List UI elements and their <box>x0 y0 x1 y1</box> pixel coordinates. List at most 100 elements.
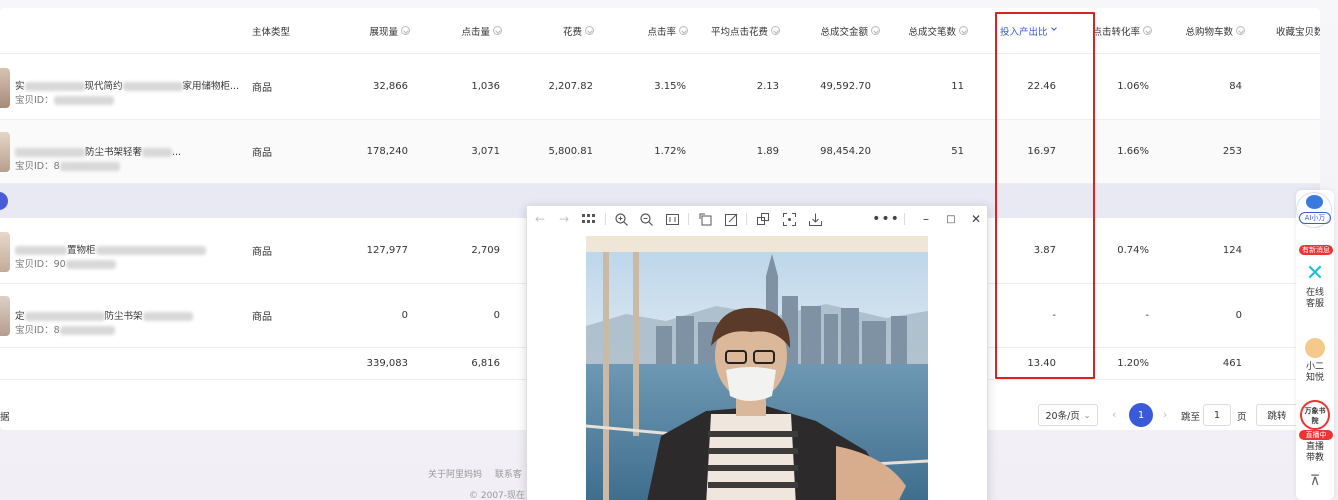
col-fav-header[interactable]: 收藏宝贝数 <box>1276 8 1320 53</box>
cost-cell: 5,800.81 <box>548 146 593 157</box>
cart-cell: 253 <box>1222 146 1242 157</box>
col-orders-header[interactable]: 总成交笔数 <box>890 8 968 53</box>
col-type-header: 主体类型 <box>252 26 291 38</box>
cpc-cell: 1.89 <box>756 146 779 157</box>
zoom-in-icon[interactable] <box>612 210 630 228</box>
col-ctr-header[interactable]: 点击率 <box>610 8 688 53</box>
cpc-cell: 2.13 <box>756 81 779 92</box>
sort-icon <box>959 26 968 35</box>
service-icon: ✕ <box>1305 261 1325 286</box>
product-name[interactable]: 置物柜 <box>15 242 206 256</box>
gmv-cell: 98,454.20 <box>820 146 871 157</box>
edit-icon[interactable] <box>722 210 740 228</box>
col-clicks-header[interactable]: 点击量 <box>430 8 502 53</box>
product-name[interactable]: 实现代简约 家用储物柜... <box>15 78 239 92</box>
cart-cell: 124 <box>1222 245 1242 256</box>
footer-link-contact[interactable]: 联系客 <box>495 470 522 480</box>
zoom-out-icon[interactable] <box>637 210 655 228</box>
sort-icon <box>401 26 410 35</box>
type-cell: 商品 <box>252 148 272 159</box>
current-page-button[interactable]: 1 <box>1129 403 1153 427</box>
jump-button[interactable]: 跳转 <box>1256 404 1298 426</box>
group-expand-toggle[interactable] <box>0 192 8 210</box>
close-icon[interactable]: ✕ <box>967 210 985 228</box>
clicks-cell: 3,071 <box>471 146 500 157</box>
impressions-cell: 0 <box>401 310 408 321</box>
wanxiang-logo-icon: 万象书院 <box>1300 400 1330 430</box>
sort-icon <box>871 26 880 35</box>
product-thumbnail <box>0 296 10 336</box>
scan-icon[interactable] <box>780 210 798 228</box>
right-floating-toolbar: 有新消息 ✕ 在线客服 小二知悦 万象书院 直播中 直播带教 ⊼ <box>1296 190 1334 500</box>
goto-page-input[interactable]: 1 <box>1203 404 1231 426</box>
product-id: 宝贝ID：90 <box>15 256 116 270</box>
product-id: 宝贝ID：8 <box>15 322 115 336</box>
ai-assistant-button[interactable]: AI小万 <box>1296 192 1332 228</box>
rotate-icon[interactable] <box>696 210 714 228</box>
product-name[interactable]: 定防尘书架 <box>15 308 193 322</box>
new-message-badge: 有新消息 <box>1299 245 1333 255</box>
chevron-down-icon: ⌄ <box>1083 410 1091 420</box>
clicks-cell: 1,036 <box>471 81 500 92</box>
col-gmv-header[interactable]: 总成交金额 <box>800 8 880 53</box>
table-row: 防尘书架轻奢... 宝贝ID：8 商品 178,240 3,071 5,800.… <box>0 120 1320 184</box>
live-teaching-button[interactable]: 直播带教 <box>1296 442 1334 464</box>
download-icon[interactable] <box>806 210 824 228</box>
online-service-button[interactable]: ✕ 在线客服 <box>1296 260 1334 310</box>
sort-icon <box>493 26 502 35</box>
cart-cell: 0 <box>1235 310 1242 321</box>
impressions-cell: 127,977 <box>366 245 408 256</box>
page-size-select[interactable]: 20条/页 ⌄ <box>1038 404 1098 426</box>
xiaoer-button[interactable]: 小二知悦 <box>1296 338 1334 384</box>
fit-icon[interactable] <box>663 210 681 228</box>
col-cart-header[interactable]: 总购物车数 <box>1165 8 1245 53</box>
col-cpc-header[interactable]: 平均点击花费 <box>700 8 780 53</box>
gmv-cell: 49,592.70 <box>820 81 871 92</box>
ai-robot-icon <box>1306 195 1323 209</box>
product-thumbnail <box>0 68 10 108</box>
back-arrow-icon[interactable]: ← <box>531 210 549 228</box>
sort-icon <box>679 26 688 35</box>
goto-label: 跳至 <box>1181 412 1201 423</box>
impressions-cell: 32,866 <box>373 81 408 92</box>
back-to-top-icon[interactable]: ⊼ <box>1296 474 1334 488</box>
product-name[interactable]: 防尘书架轻奢... <box>15 144 181 158</box>
col-impressions-header[interactable]: 展现量 <box>340 8 410 53</box>
sort-icon <box>1143 26 1152 35</box>
maximize-icon[interactable]: □ <box>942 210 960 228</box>
total-cart: 461 <box>1222 358 1242 369</box>
more-icon[interactable]: ••• <box>872 210 899 228</box>
table-header-row: 主体类型 展现量 点击量 花费 点击率 平均点击花费 总成交金额 总成交笔数 投… <box>0 8 1320 54</box>
next-page-icon[interactable]: › <box>1163 408 1167 421</box>
live-badge: 直播中 <box>1299 430 1333 440</box>
footer-links: 关于阿里妈妈 联系客 <box>428 467 522 480</box>
col-cost-header[interactable]: 花费 <box>520 8 594 53</box>
minimize-icon[interactable]: – <box>917 210 935 228</box>
highlight-box <box>995 12 1095 379</box>
impressions-cell: 178,240 <box>366 146 408 157</box>
total-impressions: 339,083 <box>366 358 408 369</box>
portrait-photo <box>586 236 928 500</box>
clicks-cell: 0 <box>493 310 500 321</box>
type-cell: 商品 <box>252 312 272 323</box>
wanxiang-academy-button[interactable]: 万象书院 <box>1296 400 1334 430</box>
sort-icon <box>585 26 594 35</box>
type-cell: 商品 <box>252 83 272 94</box>
cart-cell: 84 <box>1229 81 1242 92</box>
cost-cell: 2,207.82 <box>548 81 593 92</box>
page-unit-label: 页 <box>1237 412 1247 423</box>
prev-page-icon[interactable]: ‹ <box>1112 408 1116 421</box>
image-viewer-window: ← → ••• – □ ✕ <box>526 205 988 500</box>
orders-cell: 11 <box>951 81 964 92</box>
grid-icon[interactable] <box>580 210 598 228</box>
pager-left-text: 据 <box>0 412 10 423</box>
viewer-toolbar: ← → ••• – □ ✕ <box>527 206 987 232</box>
footer-link-about[interactable]: 关于阿里妈妈 <box>428 470 482 480</box>
total-clicks: 6,816 <box>471 358 500 369</box>
type-cell: 商品 <box>252 247 272 258</box>
copy-icon[interactable] <box>754 210 772 228</box>
product-id: 宝贝ID：8 <box>15 158 120 172</box>
forward-arrow-icon[interactable]: → <box>555 210 573 228</box>
product-id: 宝贝ID： <box>15 92 114 106</box>
clicks-cell: 2,709 <box>471 245 500 256</box>
